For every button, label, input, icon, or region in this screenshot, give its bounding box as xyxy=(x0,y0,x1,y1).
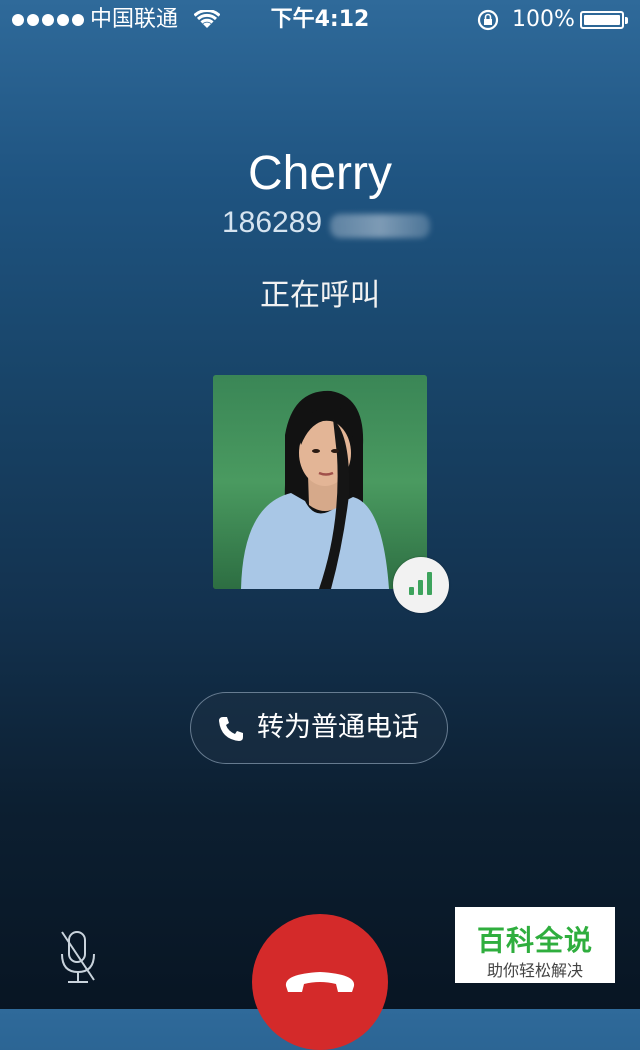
switch-to-normal-call-button[interactable]: 转为普通电话 xyxy=(190,692,448,764)
signal-strength-icon xyxy=(409,572,432,595)
caller-number: 186289 xyxy=(222,206,323,239)
hangup-icon xyxy=(285,972,355,992)
status-bar: 中国联通 下午4:12 100% xyxy=(0,0,640,40)
watermark-logo: 百科全说 助你轻松解决 xyxy=(455,907,615,983)
hangup-button[interactable] xyxy=(252,914,388,1050)
caller-name: Cherry xyxy=(247,147,393,200)
mute-button[interactable] xyxy=(56,928,100,992)
watermark-subtitle: 助你轻松解决 xyxy=(486,961,583,980)
battery-percentage: 100% xyxy=(512,7,575,32)
phone-icon xyxy=(219,717,243,741)
signal-strength-badge xyxy=(393,557,449,613)
switch-button-label: 转为普通电话 xyxy=(257,712,419,743)
watermark-title: 百科全说 xyxy=(476,924,593,957)
microphone-muted-icon xyxy=(61,931,95,983)
rotation-lock-icon xyxy=(477,9,499,31)
call-status: 正在呼叫 xyxy=(260,278,380,313)
redacted-number-blur xyxy=(330,214,430,238)
battery-icon xyxy=(580,11,628,29)
